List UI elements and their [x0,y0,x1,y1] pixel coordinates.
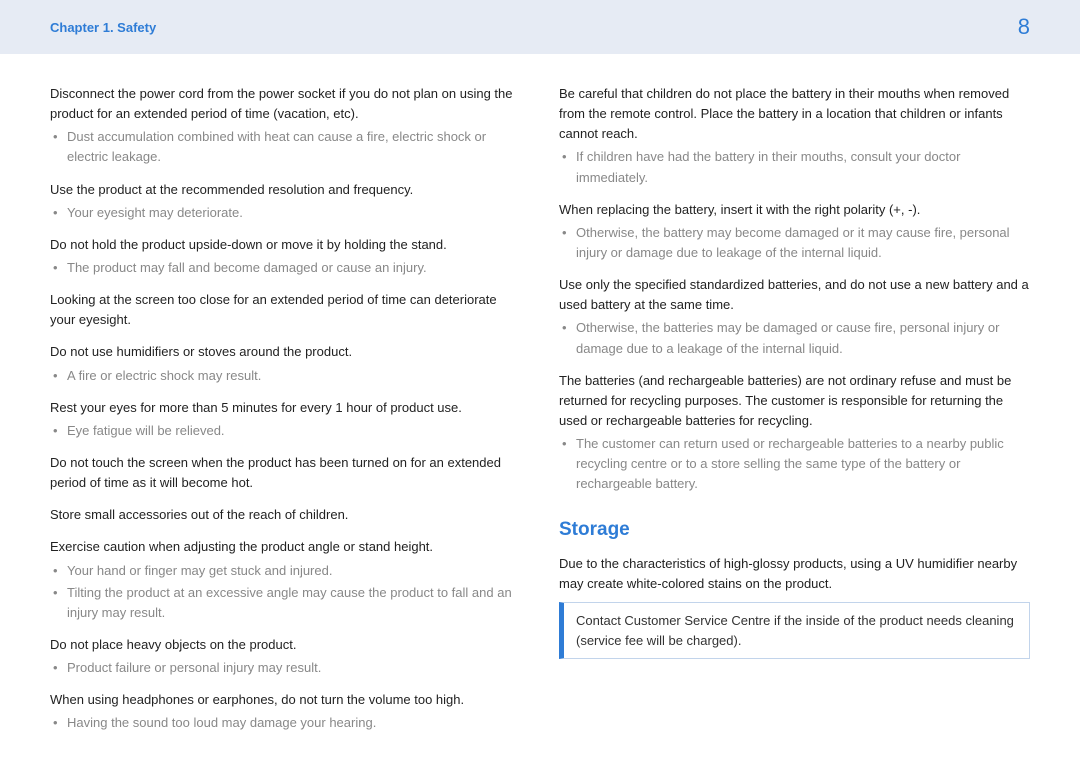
safety-item: Do not place heavy objects on the produc… [50,635,521,678]
right-column: Be careful that children do not place th… [559,84,1030,746]
safety-item: Be careful that children do not place th… [559,84,1030,188]
safety-sub-text: Otherwise, the battery may become damage… [559,223,1030,263]
safety-item: Do not hold the product upside-down or m… [50,235,521,278]
safety-sub-text: A fire or electric shock may result. [50,366,521,386]
safety-sub-text: Dust accumulation combined with heat can… [50,127,521,167]
safety-item: Looking at the screen too close for an e… [50,290,521,330]
safety-sub-text: Your hand or finger may get stuck and in… [50,561,521,581]
safety-sub-text: Having the sound too loud may damage you… [50,713,521,733]
safety-main-text: When using headphones or earphones, do n… [50,690,521,710]
safety-item: Do not use humidifiers or stoves around … [50,342,521,385]
info-box-text: Contact Customer Service Centre if the i… [576,613,1014,648]
safety-main-text: Use only the specified standardized batt… [559,275,1030,315]
safety-main-text: Disconnect the power cord from the power… [50,84,521,124]
page-number: 8 [1018,14,1030,40]
safety-main-text: The batteries (and rechargeable batterie… [559,371,1030,431]
safety-main-text: Do not place heavy objects on the produc… [50,635,521,655]
safety-item: Use the product at the recommended resol… [50,180,521,223]
safety-item: Use only the specified standardized batt… [559,275,1030,359]
safety-sub-text: Product failure or personal injury may r… [50,658,521,678]
storage-text: Due to the characteristics of high-gloss… [559,554,1030,594]
safety-item: When using headphones or earphones, do n… [50,690,521,733]
safety-main-text: Do not touch the screen when the product… [50,453,521,493]
safety-main-text: Use the product at the recommended resol… [50,180,521,200]
safety-main-text: Do not use humidifiers or stoves around … [50,342,521,362]
info-box: Contact Customer Service Centre if the i… [559,602,1030,659]
safety-main-text: Rest your eyes for more than 5 minutes f… [50,398,521,418]
safety-main-text: Be careful that children do not place th… [559,84,1030,144]
left-column: Disconnect the power cord from the power… [50,84,521,746]
page-header: Chapter 1. Safety 8 [0,0,1080,54]
safety-sub-text: The customer can return used or recharge… [559,434,1030,494]
safety-item: Store small accessories out of the reach… [50,505,521,525]
safety-sub-text: Otherwise, the batteries may be damaged … [559,318,1030,358]
safety-sub-text: If children have had the battery in thei… [559,147,1030,187]
safety-item: Rest your eyes for more than 5 minutes f… [50,398,521,441]
safety-sub-text: The product may fall and become damaged … [50,258,521,278]
safety-item: The batteries (and rechargeable batterie… [559,371,1030,495]
safety-main-text: When replacing the battery, insert it wi… [559,200,1030,220]
safety-sub-text: Tilting the product at an excessive angl… [50,583,521,623]
safety-main-text: Do not hold the product upside-down or m… [50,235,521,255]
safety-main-text: Store small accessories out of the reach… [50,505,521,525]
safety-item: Exercise caution when adjusting the prod… [50,537,521,623]
content-area: Disconnect the power cord from the power… [0,54,1080,776]
safety-main-text: Looking at the screen too close for an e… [50,290,521,330]
storage-heading: Storage [559,515,1030,544]
safety-item: Do not touch the screen when the product… [50,453,521,493]
safety-item: When replacing the battery, insert it wi… [559,200,1030,263]
safety-item: Disconnect the power cord from the power… [50,84,521,168]
safety-sub-text: Eye fatigue will be relieved. [50,421,521,441]
safety-sub-text: Your eyesight may deteriorate. [50,203,521,223]
chapter-title: Chapter 1. Safety [50,20,156,35]
safety-main-text: Exercise caution when adjusting the prod… [50,537,521,557]
